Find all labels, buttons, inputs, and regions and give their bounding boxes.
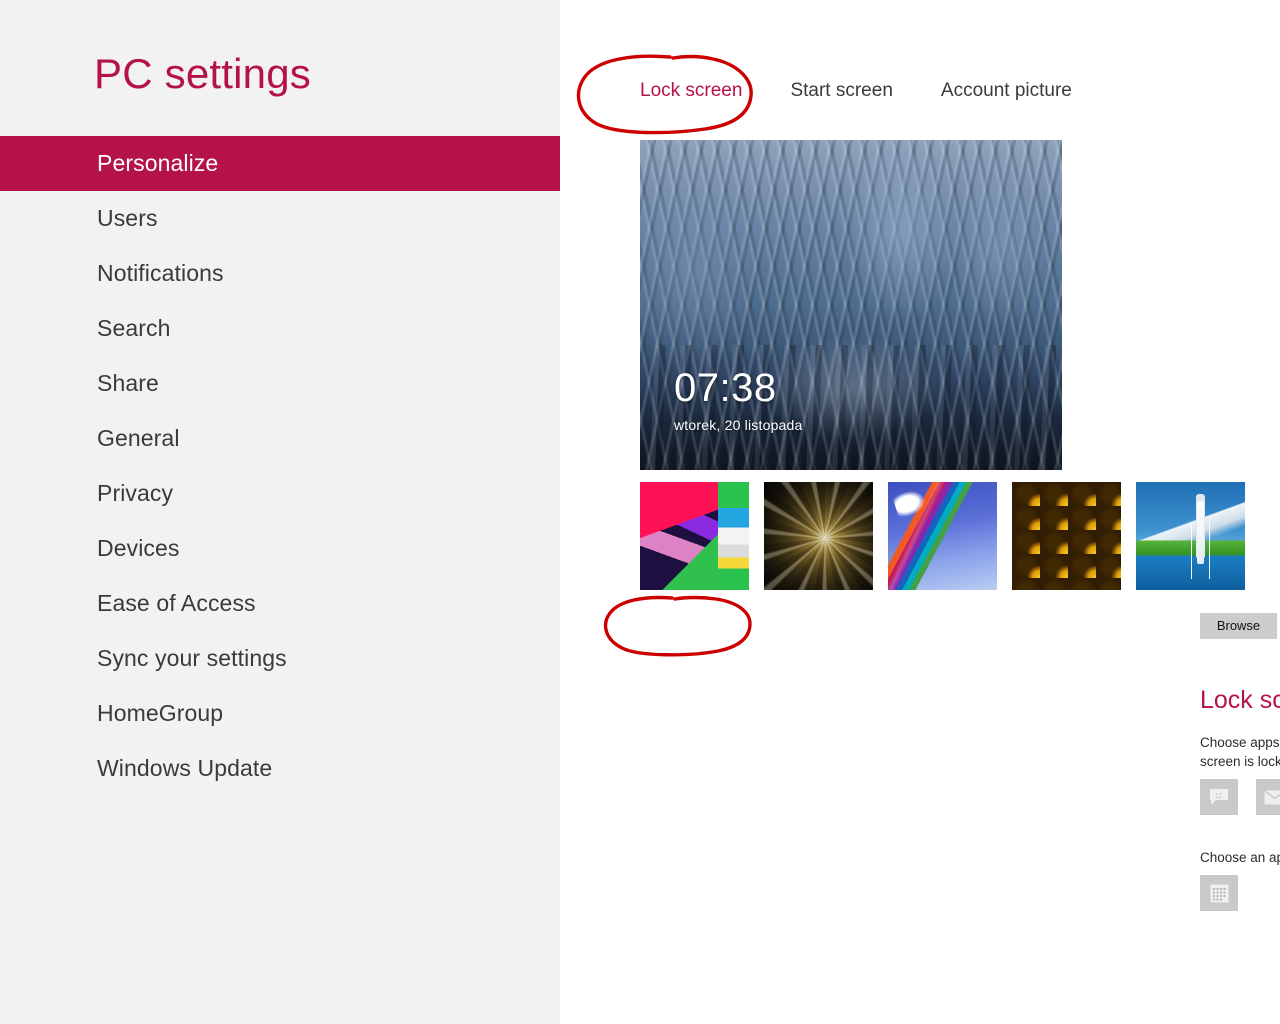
thumbnail-nautilus-shell[interactable]	[764, 482, 873, 590]
sidebar-item-label: Notifications	[97, 260, 224, 286]
tab-start-screen[interactable]: Start screen	[790, 80, 892, 102]
sidebar-item-general[interactable]: General	[0, 411, 560, 466]
lock-screen-app-tiles: + + + +	[1200, 779, 1280, 815]
thumbnail-rainbow-bird[interactable]	[888, 482, 997, 590]
sidebar-item-label: Share	[97, 370, 159, 396]
sidebar-item-label: Privacy	[97, 480, 174, 506]
sidebar-item-notifications[interactable]: Notifications	[0, 246, 560, 301]
sidebar: PC settings Personalize Users Notificati…	[0, 0, 560, 1024]
sidebar-item-label: Sync your settings	[97, 645, 287, 671]
sidebar-item-sync-your-settings[interactable]: Sync your settings	[0, 631, 560, 686]
sidebar-item-label: Personalize	[97, 150, 219, 176]
sidebar-item-label: Users	[97, 205, 158, 231]
sidebar-item-homegroup[interactable]: HomeGroup	[0, 686, 560, 741]
sidebar-nav: Personalize Users Notifications Search S…	[0, 136, 560, 796]
thumbnail-honeycomb[interactable]	[1012, 482, 1121, 590]
tab-account-picture[interactable]: Account picture	[941, 80, 1072, 102]
wallpaper-thumbnail-strip	[640, 482, 1245, 590]
sidebar-item-label: General	[97, 425, 180, 451]
sidebar-item-label: Devices	[97, 535, 180, 561]
detailed-status-calendar-icon[interactable]	[1200, 875, 1238, 911]
lock-screen-apps-description: Choose apps to run in the background and…	[1200, 735, 1280, 770]
lock-screen-apps-heading: Lock screen apps	[1200, 686, 1280, 714]
sidebar-item-label: HomeGroup	[97, 700, 224, 726]
lock-screen-preview: 07:38 wtorek, 20 listopada	[640, 140, 1062, 470]
messaging-icon[interactable]	[1200, 779, 1238, 815]
lock-screen-preview-rails	[640, 344, 1062, 470]
sidebar-item-share[interactable]: Share	[0, 356, 560, 411]
sidebar-item-personalize[interactable]: Personalize	[0, 136, 560, 191]
sidebar-item-devices[interactable]: Devices	[0, 521, 560, 576]
page-title: PC settings	[94, 50, 311, 97]
sidebar-item-label: Ease of Access	[97, 590, 256, 616]
sidebar-item-windows-update[interactable]: Windows Update	[0, 741, 560, 796]
sidebar-item-search[interactable]: Search	[0, 301, 560, 356]
thumbnail-geometric-abstract[interactable]	[640, 482, 749, 590]
tab-bar: Lock screen Start screen Account picture	[640, 80, 1120, 102]
pc-settings-screen: PC settings Personalize Users Notificati…	[0, 0, 1280, 1024]
thumbnail-seattle-space-needle[interactable]	[1136, 482, 1245, 590]
sidebar-item-users[interactable]: Users	[0, 191, 560, 246]
detailed-status-label: Choose an app to display detailed status	[1200, 850, 1280, 865]
mail-icon[interactable]	[1256, 779, 1280, 815]
sidebar-item-privacy[interactable]: Privacy	[0, 466, 560, 521]
sidebar-item-label: Windows Update	[97, 755, 273, 781]
tab-lock-screen[interactable]: Lock screen	[640, 80, 742, 102]
browse-button[interactable]: Browse	[1200, 613, 1277, 639]
content-pane: Lock screen Start screen Account picture…	[560, 0, 1280, 1024]
sidebar-item-ease-of-access[interactable]: Ease of Access	[0, 576, 560, 631]
sidebar-item-label: Search	[97, 315, 171, 341]
